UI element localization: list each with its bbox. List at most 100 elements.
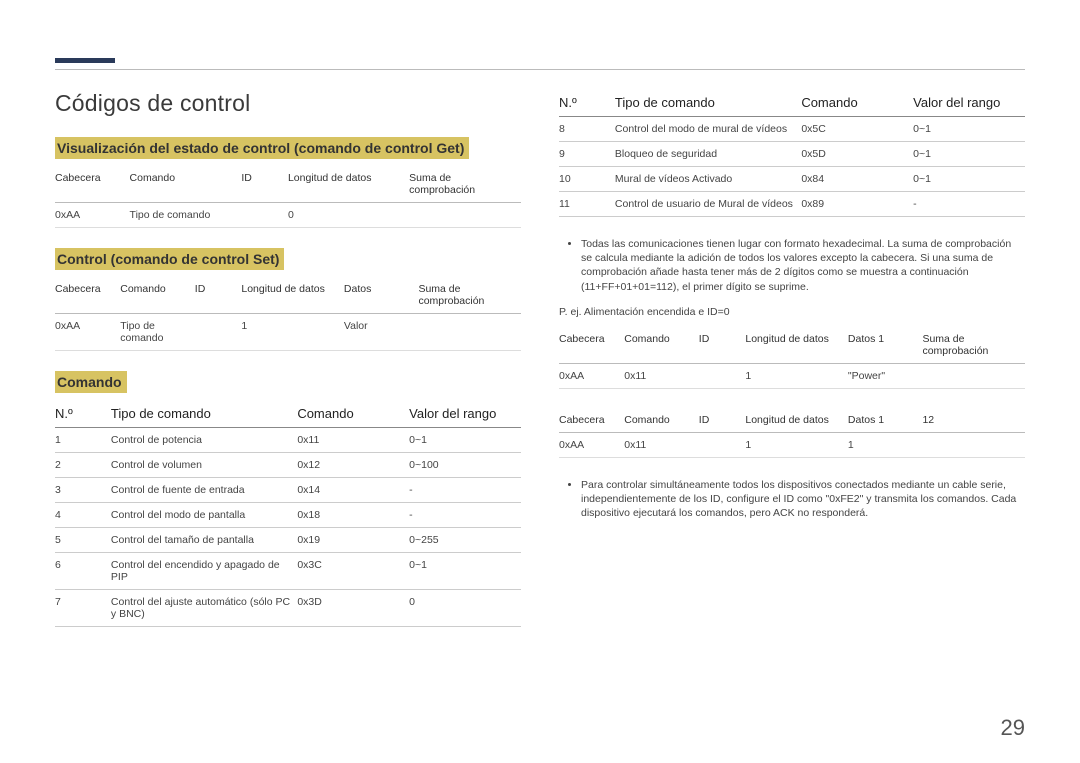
table-comando-right: N.º Tipo de comando Comando Valor del ra… bbox=[559, 90, 1025, 217]
table-set: Cabecera Comando ID Longitud de datos Da… bbox=[55, 278, 521, 351]
td: 0x11 bbox=[624, 363, 699, 388]
td: 1 bbox=[55, 428, 111, 453]
td: 0x11 bbox=[297, 428, 409, 453]
td: - bbox=[409, 503, 521, 528]
td: 0~255 bbox=[409, 528, 521, 553]
td: Control del encendido y apagado de PIP bbox=[111, 553, 297, 590]
note-list-2: Para controlar simultáneamente todos los… bbox=[559, 478, 1025, 521]
td: Valor bbox=[344, 314, 419, 351]
table-row: 6Control del encendido y apagado de PIP0… bbox=[55, 553, 521, 590]
th: Comando bbox=[624, 328, 699, 364]
table-row: 9Bloqueo de seguridad0x5D0~1 bbox=[559, 142, 1025, 167]
td: 0x3D bbox=[297, 590, 409, 627]
td bbox=[241, 203, 288, 228]
td: 0xAA bbox=[55, 314, 120, 351]
example-label: P. ej. Alimentación encendida e ID=0 bbox=[559, 306, 1025, 318]
td: - bbox=[913, 192, 1025, 217]
td: Control de usuario de Mural de vídeos bbox=[615, 192, 801, 217]
th: N.º bbox=[55, 401, 111, 428]
td bbox=[699, 432, 746, 457]
th: Comando bbox=[130, 167, 242, 203]
td: 1 bbox=[745, 363, 848, 388]
th: Comando bbox=[801, 90, 913, 117]
table-example-1: Cabecera Comando ID Longitud de datos Da… bbox=[559, 328, 1025, 389]
td: 0x5C bbox=[801, 117, 913, 142]
th: Tipo de comando bbox=[615, 90, 801, 117]
td: 1 bbox=[745, 432, 848, 457]
th: Comando bbox=[120, 278, 195, 314]
td: Control del modo de pantalla bbox=[111, 503, 297, 528]
td: Control del tamaño de pantalla bbox=[111, 528, 297, 553]
th: ID bbox=[241, 167, 288, 203]
td: 3 bbox=[55, 478, 111, 503]
table-row: 11Control de usuario de Mural de vídeos0… bbox=[559, 192, 1025, 217]
td: 0~100 bbox=[409, 453, 521, 478]
th: Cabecera bbox=[559, 328, 624, 364]
cmd-rows-left: 1Control de potencia0x110~12Control de v… bbox=[55, 428, 521, 627]
td: 0xAA bbox=[55, 203, 130, 228]
td: Control de fuente de entrada bbox=[111, 478, 297, 503]
right-column: N.º Tipo de comando Comando Valor del ra… bbox=[559, 90, 1025, 647]
th: Longitud de datos bbox=[745, 409, 848, 433]
td: 0x18 bbox=[297, 503, 409, 528]
td bbox=[922, 363, 1025, 388]
td: 0x14 bbox=[297, 478, 409, 503]
td: Tipo de comando bbox=[120, 314, 195, 351]
th: Datos 1 bbox=[848, 328, 923, 364]
td: 0 bbox=[409, 590, 521, 627]
td: 0xAA bbox=[559, 363, 624, 388]
td: 8 bbox=[559, 117, 615, 142]
td: 0~1 bbox=[409, 553, 521, 590]
cmd-rows-right: 8Control del modo de mural de vídeos0x5C… bbox=[559, 117, 1025, 217]
th: 12 bbox=[922, 409, 1025, 433]
heading-comando: Comando bbox=[55, 371, 127, 393]
th: N.º bbox=[559, 90, 615, 117]
td: 9 bbox=[559, 142, 615, 167]
th: Suma de comprobación bbox=[418, 278, 521, 314]
table-comando-left: N.º Tipo de comando Comando Valor del ra… bbox=[55, 401, 521, 627]
heading-get: Visualización del estado de control (com… bbox=[55, 137, 469, 159]
table-get: Cabecera Comando ID Longitud de datos Su… bbox=[55, 167, 521, 228]
td bbox=[195, 314, 242, 351]
td: 0x89 bbox=[801, 192, 913, 217]
note-text: Todas las comunicaciones tienen lugar co… bbox=[581, 237, 1025, 294]
th: Valor del rango bbox=[409, 401, 521, 428]
table-row: 7Control del ajuste automático (sólo PC … bbox=[55, 590, 521, 627]
td: 2 bbox=[55, 453, 111, 478]
td: 0x11 bbox=[624, 432, 699, 457]
td: Mural de vídeos Activado bbox=[615, 167, 801, 192]
td: 11 bbox=[559, 192, 615, 217]
td: 0 bbox=[288, 203, 409, 228]
table-row: 2Control de volumen0x120~100 bbox=[55, 453, 521, 478]
td: 0~1 bbox=[913, 167, 1025, 192]
td: 0x19 bbox=[297, 528, 409, 553]
th: ID bbox=[699, 409, 746, 433]
th: Valor del rango bbox=[913, 90, 1025, 117]
th: Cabecera bbox=[559, 409, 624, 433]
td: 4 bbox=[55, 503, 111, 528]
th: Longitud de datos bbox=[745, 328, 848, 364]
page-title: Códigos de control bbox=[55, 90, 521, 117]
table-row: 5Control del tamaño de pantalla0x190~255 bbox=[55, 528, 521, 553]
td: 0~1 bbox=[409, 428, 521, 453]
td: 0~1 bbox=[913, 142, 1025, 167]
td: Tipo de comando bbox=[130, 203, 242, 228]
td: 1 bbox=[848, 432, 923, 457]
td: 0~1 bbox=[913, 117, 1025, 142]
td bbox=[699, 363, 746, 388]
heading-set: Control (comando de control Set) bbox=[55, 248, 284, 270]
td: 7 bbox=[55, 590, 111, 627]
th: Cabecera bbox=[55, 167, 130, 203]
td: 0x5D bbox=[801, 142, 913, 167]
th: Longitud de datos bbox=[288, 167, 409, 203]
note-list-1: Todas las comunicaciones tienen lugar co… bbox=[559, 237, 1025, 294]
td: Control del modo de mural de vídeos bbox=[615, 117, 801, 142]
td: "Power" bbox=[848, 363, 923, 388]
td: 5 bbox=[55, 528, 111, 553]
th: Cabecera bbox=[55, 278, 120, 314]
top-rule bbox=[55, 69, 1025, 70]
table-row: 10Mural de vídeos Activado0x840~1 bbox=[559, 167, 1025, 192]
td: 0x3C bbox=[297, 553, 409, 590]
td: - bbox=[409, 478, 521, 503]
table-row: 4Control del modo de pantalla0x18- bbox=[55, 503, 521, 528]
